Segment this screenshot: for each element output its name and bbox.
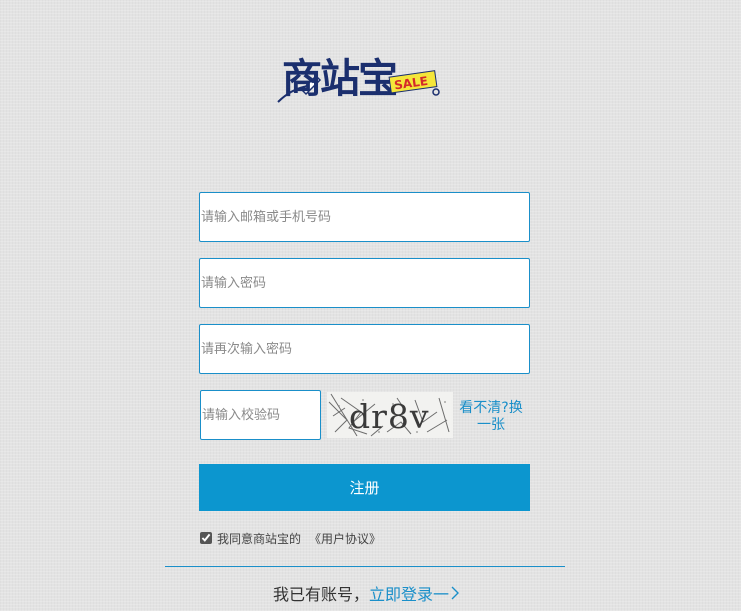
captcha-image[interactable]: dr8v: [327, 392, 453, 438]
captcha-input[interactable]: [200, 390, 321, 440]
confirm-password-input[interactable]: [199, 324, 530, 374]
agree-checkbox[interactable]: [200, 532, 212, 544]
divider: [165, 566, 565, 567]
login-link[interactable]: 立即登录一: [369, 581, 460, 605]
site-logo: 商站宝 SALE: [272, 50, 448, 108]
user-agreement-link[interactable]: 《用户协议》: [309, 530, 381, 547]
login-prompt: 我已有账号， 立即登录一: [273, 581, 460, 605]
chevron-right-icon: [451, 586, 460, 600]
refresh-captcha-link[interactable]: 看不清?换一张: [457, 400, 525, 434]
logo-text: 商站宝: [282, 56, 397, 102]
password-input[interactable]: [199, 258, 530, 308]
register-button[interactable]: 注册: [199, 464, 530, 511]
email-or-phone-input[interactable]: [199, 192, 530, 242]
login-link-label: 立即登录一: [369, 585, 450, 604]
captcha-text: dr8v: [349, 397, 430, 436]
has-account-text: 我已有账号，: [273, 585, 370, 604]
agree-text: 我同意商站宝的: [217, 531, 302, 546]
agreement-row: 我同意商站宝的 《用户协议》: [199, 530, 381, 546]
